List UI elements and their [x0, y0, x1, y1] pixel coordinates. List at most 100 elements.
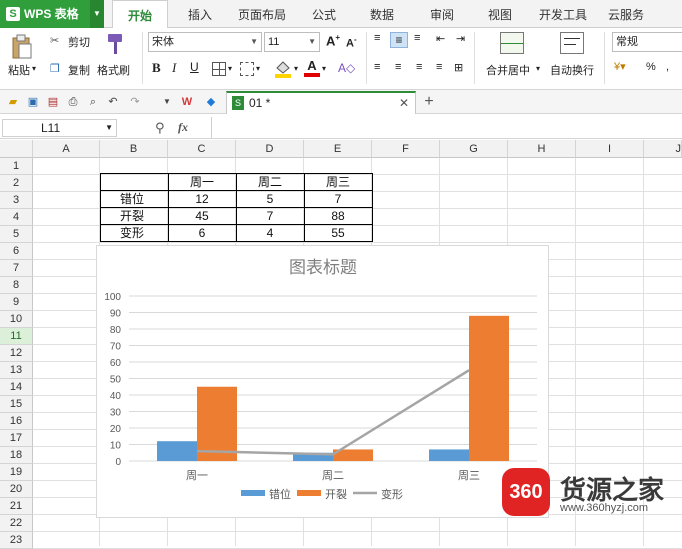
- row-header[interactable]: 1: [0, 158, 33, 175]
- table-cell[interactable]: 7: [304, 191, 372, 208]
- align-top-icon[interactable]: ≡: [374, 32, 381, 44]
- row-header[interactable]: 5: [0, 226, 33, 243]
- tab-developer[interactable]: 开发工具: [532, 0, 594, 28]
- tab-insert[interactable]: 插入: [178, 0, 222, 28]
- print-icon[interactable]: ⎙: [66, 95, 80, 109]
- table-header-cell[interactable]: 周二: [236, 174, 304, 191]
- decrease-indent-icon[interactable]: ⇤: [436, 32, 445, 45]
- number-format-select[interactable]: 常规: [612, 32, 682, 52]
- chart-title[interactable]: 图表标题: [289, 258, 357, 277]
- undo-icon[interactable]: ↶: [106, 95, 120, 109]
- chevron-down-icon[interactable]: ▾: [322, 64, 326, 73]
- column-header[interactable]: D: [236, 140, 304, 158]
- tab-review[interactable]: 审阅: [420, 0, 464, 28]
- row-header[interactable]: 15: [0, 396, 33, 413]
- table-row-label[interactable]: 开裂: [100, 208, 168, 225]
- wrap-text-button[interactable]: 自动换行: [550, 62, 594, 78]
- line-series-变形[interactable]: [196, 369, 470, 456]
- name-box[interactable]: L11 ▼: [2, 119, 117, 137]
- chevron-down-icon[interactable]: ▾: [294, 64, 298, 73]
- font-color-icon[interactable]: A: [304, 59, 320, 79]
- chevron-down-icon[interactable]: ▾: [536, 64, 540, 73]
- font-name-select[interactable]: 宋体 ▼: [148, 32, 262, 52]
- italic-icon[interactable]: I: [172, 60, 176, 76]
- row-header[interactable]: 3: [0, 192, 33, 209]
- save-icon[interactable]: ▣: [26, 95, 40, 109]
- row-header[interactable]: 7: [0, 260, 33, 277]
- increase-indent-icon[interactable]: ⇥: [456, 32, 465, 45]
- column-header[interactable]: I: [576, 140, 644, 158]
- chevron-down-icon[interactable]: ▾: [256, 64, 260, 73]
- merge-center-button[interactable]: 合并居中: [486, 62, 530, 78]
- cut-button[interactable]: 剪切: [68, 34, 90, 50]
- align-left-icon[interactable]: ≡: [374, 61, 380, 73]
- clear-format-icon[interactable]: A◇: [338, 61, 355, 75]
- open-folder-icon[interactable]: ▰: [6, 95, 20, 109]
- paste-button[interactable]: 粘贴: [8, 62, 30, 78]
- customize-dropdown-icon[interactable]: ▼: [160, 95, 174, 109]
- table-header-cell[interactable]: 周一: [168, 174, 236, 191]
- table-row-label[interactable]: 错位: [100, 191, 168, 208]
- percent-button[interactable]: %: [646, 61, 656, 73]
- chevron-down-icon[interactable]: ▾: [228, 64, 232, 73]
- close-icon[interactable]: ✕: [399, 93, 409, 113]
- paste-dropdown-icon[interactable]: ▾: [32, 64, 36, 73]
- row-header[interactable]: 14: [0, 379, 33, 396]
- copy-button[interactable]: 复制: [68, 62, 90, 78]
- row-header[interactable]: 17: [0, 430, 33, 447]
- row-header[interactable]: 21: [0, 498, 33, 515]
- table-cell[interactable]: 45: [168, 208, 236, 225]
- column-header[interactable]: G: [440, 140, 508, 158]
- column-header[interactable]: C: [168, 140, 236, 158]
- column-header[interactable]: F: [372, 140, 440, 158]
- find-icon[interactable]: ⌕: [86, 95, 100, 109]
- row-header[interactable]: 9: [0, 294, 33, 311]
- table-cell[interactable]: 12: [168, 191, 236, 208]
- bar-错位-周三[interactable]: [429, 449, 469, 461]
- tab-view[interactable]: 视图: [478, 0, 522, 28]
- tab-data[interactable]: 数据: [362, 0, 402, 28]
- decrease-font-icon[interactable]: A-: [346, 35, 357, 50]
- justify-icon[interactable]: ≡: [436, 61, 442, 73]
- column-header[interactable]: J: [644, 140, 682, 158]
- fill-color-icon[interactable]: [274, 60, 292, 78]
- table-cell[interactable]: 6: [168, 225, 236, 242]
- tab-page-layout[interactable]: 页面布局: [232, 0, 292, 28]
- row-header[interactable]: 4: [0, 209, 33, 226]
- app-menu-dropdown-icon[interactable]: ▼: [90, 0, 104, 28]
- row-header[interactable]: 11: [0, 328, 33, 345]
- cube-icon[interactable]: ◆: [204, 95, 218, 109]
- bar-开裂-周三[interactable]: [469, 315, 509, 461]
- bar-开裂-周一[interactable]: [197, 386, 237, 461]
- scissors-icon[interactable]: ✂: [50, 34, 59, 47]
- app-menu-button[interactable]: S WPS 表格: [0, 0, 90, 28]
- chart-object[interactable]: 图表标题 0 10 20 30 40 50 60 70 80 90 100 周一 周二 周三 错位 开裂 变…: [96, 245, 549, 518]
- row-header[interactable]: 8: [0, 277, 33, 294]
- row-header[interactable]: 23: [0, 532, 33, 549]
- align-center-icon[interactable]: ≡: [395, 61, 401, 73]
- row-header[interactable]: 10: [0, 311, 33, 328]
- tab-formulas[interactable]: 公式: [304, 0, 344, 28]
- table-row-label[interactable]: 变形: [100, 225, 168, 242]
- row-header[interactable]: 18: [0, 447, 33, 464]
- tab-home[interactable]: 开始: [112, 0, 168, 29]
- wps-doc-icon[interactable]: W: [180, 95, 194, 109]
- cell-borders-icon[interactable]: [240, 62, 254, 76]
- row-header[interactable]: 2: [0, 175, 33, 192]
- bar-错位-周一[interactable]: [157, 441, 197, 461]
- row-header[interactable]: 20: [0, 481, 33, 498]
- row-header[interactable]: 12: [0, 345, 33, 362]
- wrap-text-icon[interactable]: [560, 32, 584, 54]
- row-header[interactable]: 16: [0, 413, 33, 430]
- bold-icon[interactable]: B: [152, 60, 161, 76]
- row-header[interactable]: 22: [0, 515, 33, 532]
- column-header[interactable]: H: [508, 140, 576, 158]
- row-header[interactable]: 19: [0, 464, 33, 481]
- zoom-search-icon[interactable]: ⚲: [155, 120, 165, 136]
- table-cell[interactable]: 88: [304, 208, 372, 225]
- table-cell[interactable]: 5: [236, 191, 304, 208]
- underline-icon[interactable]: U: [190, 60, 199, 74]
- document-tab[interactable]: S 01 * ✕: [226, 91, 416, 114]
- format-painter-icon[interactable]: [104, 32, 126, 56]
- select-all-corner[interactable]: [0, 140, 33, 158]
